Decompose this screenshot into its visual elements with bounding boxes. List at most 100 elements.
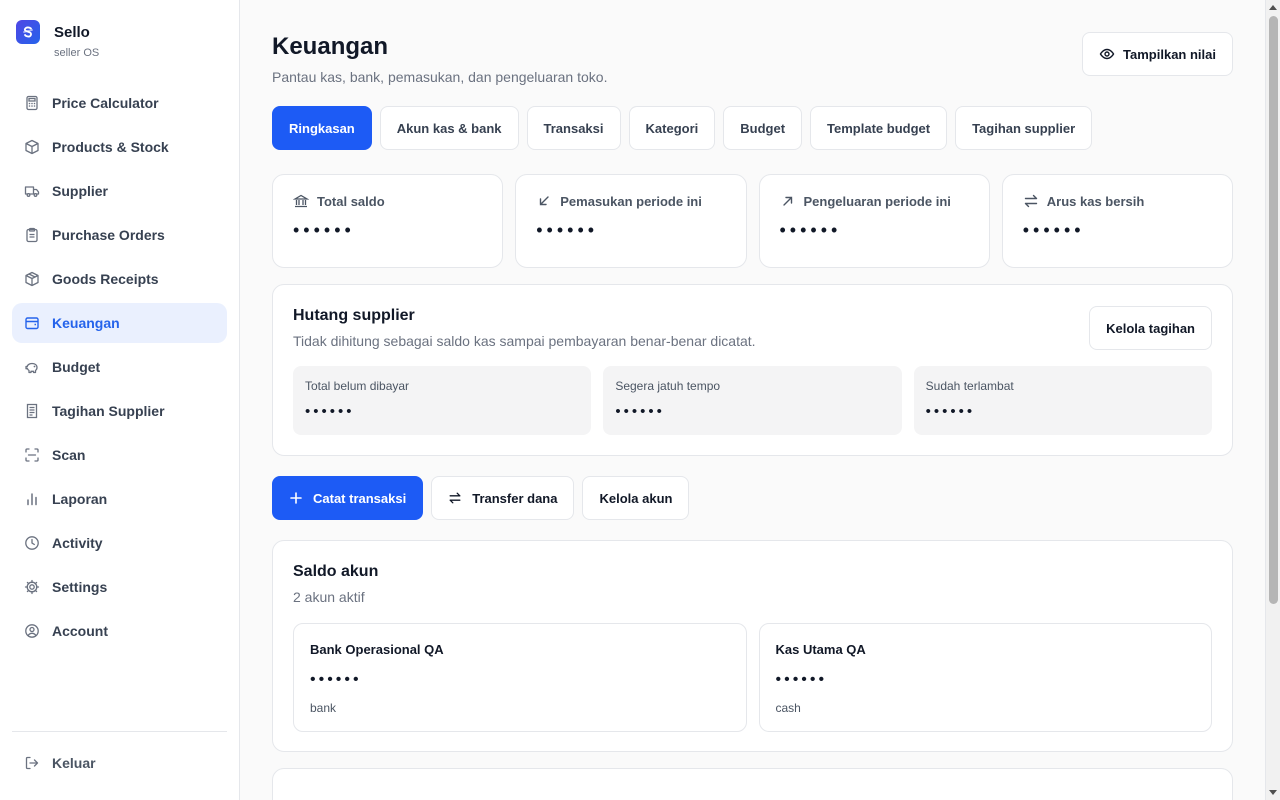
account-list: Bank Operasional QA •••••• bank Kas Utam… — [293, 623, 1212, 732]
bank-icon — [293, 194, 309, 208]
sidebar-item-laporan[interactable]: Laporan — [12, 479, 227, 519]
sidebar-item-keuangan[interactable]: Keuangan — [12, 303, 227, 343]
sidebar-item-label: Keuangan — [52, 315, 120, 331]
debt-stat-value-hidden: •••••• — [925, 403, 976, 420]
tab-template-budget[interactable]: Template budget — [810, 106, 948, 150]
swap-icon — [449, 492, 461, 504]
logout-button[interactable]: Keluar — [12, 743, 227, 783]
sidebar-item-activity[interactable]: Activity — [12, 523, 227, 563]
scrollbar-thumb[interactable] — [1269, 16, 1278, 604]
calculator-icon — [24, 95, 40, 111]
next-section-card — [272, 768, 1233, 800]
tab-bar: Ringkasan Akun kas & bank Transaksi Kate… — [272, 106, 1093, 150]
tab-ringkasan[interactable]: Ringkasan — [272, 106, 372, 150]
stat-label: Total saldo — [317, 193, 385, 209]
tab-kategori[interactable]: Kategori — [628, 106, 716, 150]
receipt-icon — [24, 403, 40, 419]
sidebar-item-supplier[interactable]: Supplier — [12, 171, 227, 211]
stat-card-arus-kas: Arus kas bersih •••••• — [1001, 174, 1233, 268]
stat-card-total-saldo: Total saldo •••••• — [272, 174, 504, 268]
record-transaction-label: Catat transaksi — [313, 490, 407, 506]
sidebar-item-tagihan-supplier[interactable]: Tagihan Supplier — [12, 391, 227, 431]
sidebar-item-products-stock[interactable]: Products & Stock — [12, 127, 227, 167]
scroll-down-arrow-icon[interactable] — [1269, 790, 1277, 795]
scroll-up-arrow-icon[interactable] — [1269, 5, 1277, 10]
manage-accounts-button[interactable]: Kelola akun — [582, 476, 690, 520]
sidebar-item-settings[interactable]: Settings — [12, 567, 227, 607]
tab-tagihan-supplier[interactable]: Tagihan supplier — [955, 106, 1093, 150]
user-circle-icon — [24, 623, 40, 639]
sidebar-item-label: Laporan — [52, 491, 108, 507]
sidebar-item-scan[interactable]: Scan — [12, 435, 227, 475]
account-type: bank — [310, 701, 337, 715]
sidebar: Sello seller OS Price Calculator Product… — [0, 0, 240, 800]
stat-label: Arus kas bersih — [1046, 193, 1145, 209]
tab-budget[interactable]: Budget — [723, 106, 803, 150]
stat-label: Pemasukan periode ini — [560, 193, 702, 209]
sidebar-item-label: Account — [52, 623, 108, 639]
supplier-debt-card: Hutang supplier Tidak dihitung sebagai s… — [272, 284, 1233, 456]
stat-card-pengeluaran: Pengeluaran periode ini •••••• — [758, 174, 990, 268]
sidebar-item-label: Products & Stock — [52, 139, 169, 155]
account-balance-hidden: •••••• — [310, 671, 362, 688]
sidebar-item-price-calculator[interactable]: Price Calculator — [12, 83, 227, 123]
eye-icon — [1099, 48, 1115, 60]
account-name: Kas Utama QA — [775, 642, 866, 657]
clock-icon — [24, 535, 40, 551]
debt-stat-label: Segera jatuh tempo — [615, 379, 721, 393]
box-icon — [24, 139, 40, 155]
logout-section: Keluar — [12, 743, 227, 787]
debt-stat-unpaid: Total belum dibayar •••••• — [293, 366, 592, 435]
debt-stat-value-hidden: •••••• — [305, 403, 355, 420]
debt-stat-due-soon: Segera jatuh tempo •••••• — [603, 366, 902, 435]
account-name: Bank Operasional QA — [310, 642, 444, 657]
transfer-funds-button[interactable]: Transfer dana — [431, 476, 575, 520]
supplier-debt-stats: Total belum dibayar •••••• Segera jatuh … — [293, 366, 1212, 435]
account-card-bank[interactable]: Bank Operasional QA •••••• bank — [293, 623, 747, 732]
debt-stat-overdue: Sudah terlambat •••••• — [913, 366, 1212, 435]
piggy-bank-icon — [24, 359, 40, 375]
logout-icon — [24, 755, 40, 771]
bar-chart-icon — [24, 491, 40, 507]
page-title: Keuangan — [272, 33, 389, 60]
gear-icon — [24, 579, 40, 595]
sidebar-divider — [12, 731, 227, 732]
wallet-icon — [24, 315, 40, 331]
sidebar-item-purchase-orders[interactable]: Purchase Orders — [12, 215, 227, 255]
stat-value-hidden: •••••• — [779, 220, 842, 240]
scan-icon — [24, 447, 40, 463]
arrow-up-right-icon — [782, 196, 792, 206]
brand[interactable]: Sello seller OS — [16, 20, 99, 59]
account-balance-hidden: •••••• — [775, 671, 828, 688]
stat-value-hidden: •••••• — [1022, 220, 1085, 240]
tab-akun-kas-bank[interactable]: Akun kas & bank — [379, 106, 519, 150]
sidebar-item-account[interactable]: Account — [12, 611, 227, 651]
account-type: cash — [775, 701, 801, 715]
supplier-debt-subtitle: Tidak dihitung sebagai saldo kas sampai … — [293, 333, 756, 349]
plus-icon — [290, 492, 302, 504]
stat-value-hidden: •••••• — [293, 220, 355, 240]
stat-label: Pengeluaran periode ini — [803, 193, 951, 209]
package-icon — [24, 271, 40, 287]
sidebar-item-label: Supplier — [52, 183, 109, 199]
sidebar-item-label: Purchase Orders — [52, 227, 165, 243]
logout-label: Keluar — [52, 755, 96, 771]
truck-icon — [24, 183, 40, 199]
debt-stat-value-hidden: •••••• — [615, 403, 665, 420]
show-values-button[interactable]: Tampilkan nilai — [1082, 32, 1233, 76]
transfer-funds-label: Transfer dana — [472, 490, 558, 506]
record-transaction-button[interactable]: Catat transaksi — [272, 476, 424, 520]
clipboard-icon — [24, 227, 40, 243]
sidebar-item-label: Scan — [52, 447, 86, 463]
account-card-cash[interactable]: Kas Utama QA •••••• cash — [758, 623, 1212, 732]
sidebar-item-label: Goods Receipts — [52, 271, 159, 287]
sidebar-item-goods-receipts[interactable]: Goods Receipts — [12, 259, 227, 299]
page-subtitle: Pantau kas, bank, pemasukan, dan pengelu… — [272, 69, 608, 85]
sidebar-item-budget[interactable]: Budget — [12, 347, 227, 387]
account-balance-subtitle: 2 akun aktif — [293, 589, 365, 605]
manage-bills-button[interactable]: Kelola tagihan — [1089, 306, 1212, 350]
sidebar-item-label: Price Calculator — [52, 95, 159, 111]
tab-transaksi[interactable]: Transaksi — [526, 106, 621, 150]
sidebar-item-label: Activity — [52, 535, 103, 551]
vertical-scrollbar[interactable] — [1265, 0, 1280, 800]
